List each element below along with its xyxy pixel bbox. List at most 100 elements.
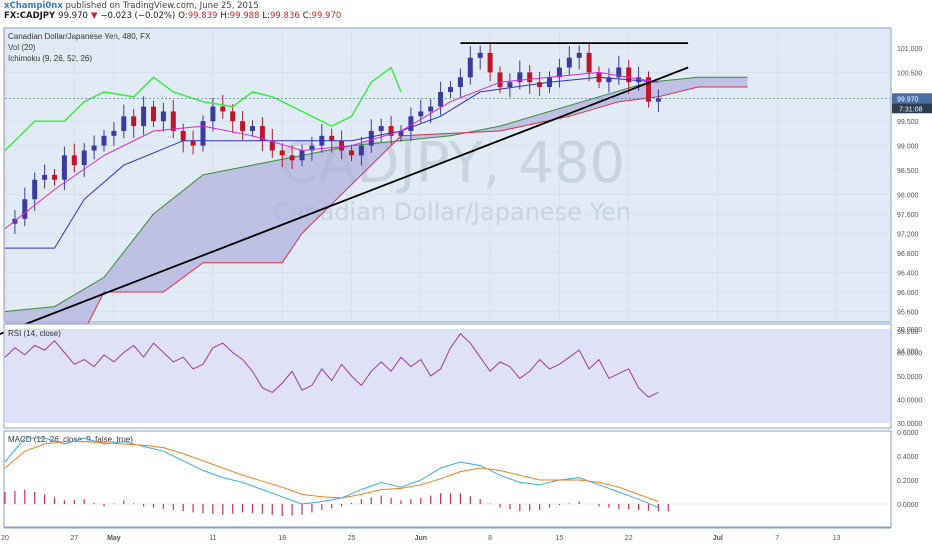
- candle-body: [71, 155, 77, 166]
- candle-body: [448, 87, 453, 92]
- candle-body: [131, 116, 137, 127]
- symbol-line: FX:CADJPY 99.970 ▼ −0.023 (−0.02%) O:99.…: [4, 11, 341, 21]
- chart-area[interactable]: Canadian Dollar/Japanese Yen, 480, FX Vo…: [0, 22, 932, 550]
- candle-body: [200, 121, 206, 146]
- rsi-tick-label: 60.0000: [897, 351, 922, 358]
- candle-body: [170, 111, 176, 131]
- candle-body: [487, 52, 493, 73]
- price-tick-label: 100.500: [897, 70, 922, 77]
- candle-body: [299, 150, 305, 161]
- candle-body: [240, 121, 246, 131]
- price-tick-label: 101.000: [897, 46, 922, 53]
- ohlc-low-label: L:: [262, 11, 270, 21]
- change-value: −0.023 (−0.02%): [100, 11, 176, 21]
- macd-tick-label: 0.6000: [897, 430, 919, 437]
- macd-tick-label: 0.2000: [897, 478, 919, 485]
- time-axis[interactable]: 20 27 May 11 18 25 Jun 8 15 22 Jul 7 13: [1, 535, 840, 542]
- rsi-label: RSI (14, close): [8, 329, 61, 338]
- ohlc-low: 99.836: [270, 11, 300, 21]
- time-tick-label: 18: [278, 535, 286, 542]
- candle-body: [477, 52, 483, 58]
- time-marker-label: 7:31:08: [899, 106, 922, 113]
- main-price-axis[interactable]: 101.000 100.500 99.500 99.000 98.500 98.000 97…: [892, 46, 932, 356]
- candle-body: [250, 126, 255, 131]
- publisher-username[interactable]: xChampi0nx: [4, 1, 63, 11]
- last-price: 99.970: [58, 11, 88, 21]
- price-tick-label: 97.600: [897, 212, 919, 219]
- time-tick-label: 20: [1, 535, 9, 542]
- candle-body: [210, 106, 216, 122]
- candle-body: [358, 145, 364, 156]
- candle-body: [497, 72, 503, 88]
- ohlc-high: 99.988: [229, 11, 260, 21]
- candle-body: [349, 150, 354, 156]
- candle-body: [22, 199, 28, 219]
- rsi-tick-label: 30.0000: [897, 421, 922, 428]
- candle-body: [42, 174, 48, 180]
- macd-tick-label: 0.0000: [897, 502, 919, 509]
- ohlc-close-label: C:: [302, 11, 312, 21]
- candle-body: [190, 140, 196, 146]
- candle-body: [438, 91, 444, 107]
- candle-body: [378, 126, 384, 131]
- time-tick-label: 25: [348, 535, 356, 542]
- candle-body: [457, 77, 463, 88]
- candle-body: [151, 106, 156, 122]
- price-tick-label: 99.500: [897, 119, 919, 126]
- time-tick-label: Jul: [713, 535, 723, 542]
- chart-header: xChampi0nx published on TradingView.com,…: [0, 0, 932, 22]
- macd-tick-label: 0.4000: [897, 454, 919, 461]
- candle-body: [418, 111, 424, 117]
- candle-body: [111, 130, 117, 136]
- price-tick-label: 98.500: [897, 168, 919, 175]
- macd-pane[interactable]: [3, 430, 892, 528]
- time-tick-label: 22: [625, 535, 633, 542]
- ohlc-open: 99.839: [187, 11, 218, 21]
- vol-label: Vol (20): [8, 43, 36, 52]
- time-tick-label: 8: [488, 535, 492, 542]
- candle-body: [576, 52, 582, 58]
- time-tick-label: May: [107, 535, 121, 542]
- price-tick-label: 98.000: [897, 192, 919, 199]
- candle-body: [566, 57, 572, 68]
- publisher-line: xChampi0nx published on TradingView.com,…: [4, 1, 259, 11]
- symbol-name[interactable]: FX:CADJPY: [4, 11, 55, 21]
- candle-body: [329, 135, 335, 141]
- candle-body: [91, 145, 97, 151]
- candle-body: [141, 106, 147, 127]
- candle-body: [61, 155, 67, 180]
- rsi-tick-label: 40.0000: [897, 398, 922, 405]
- time-tick-label: Jun: [415, 535, 427, 542]
- price-tick-label: 96.400: [897, 270, 919, 277]
- price-tick-label: 97.200: [897, 231, 919, 238]
- candle-body: [101, 135, 107, 146]
- candle-body: [428, 106, 434, 112]
- candle-body: [339, 140, 345, 151]
- price-tick-label: 96.000: [897, 290, 919, 297]
- candle-body: [121, 116, 127, 131]
- candle-body: [507, 82, 513, 88]
- candle-body: [655, 98, 661, 102]
- candle-body: [230, 111, 236, 122]
- time-tick-label: 13: [833, 535, 841, 542]
- rsi-tick-label: 70.0000: [897, 327, 922, 334]
- main-pane-title: Canadian Dollar/Japanese Yen, 480, FX: [8, 32, 151, 41]
- macd-axis[interactable]: 0.6000 0.4000 0.2000 0.0000: [897, 430, 919, 509]
- ohlc-close: 99.970: [311, 11, 342, 21]
- ohlc-high-label: H:: [220, 11, 230, 21]
- change-arrow-icon: ▼: [90, 11, 98, 21]
- rsi-tick-label: 50.0000: [897, 374, 922, 381]
- time-tick-label: 11: [209, 535, 216, 542]
- price-marker-label: 99.970: [897, 96, 919, 103]
- candle-body: [220, 106, 226, 112]
- price-tick-label: 96.800: [897, 251, 919, 258]
- candle-body: [467, 57, 473, 78]
- candle-body: [32, 179, 38, 200]
- candle-body: [180, 130, 186, 141]
- candle-body: [160, 111, 166, 122]
- published-text: published on TradingView.com, June 25, 2…: [62, 1, 259, 11]
- ohlc-open-label: O:: [178, 11, 188, 21]
- candle-body: [586, 52, 592, 73]
- candle-body: [527, 72, 533, 83]
- rsi-axis[interactable]: 70.0000 60.0000 50.0000 40.0000 30.0000: [897, 327, 922, 428]
